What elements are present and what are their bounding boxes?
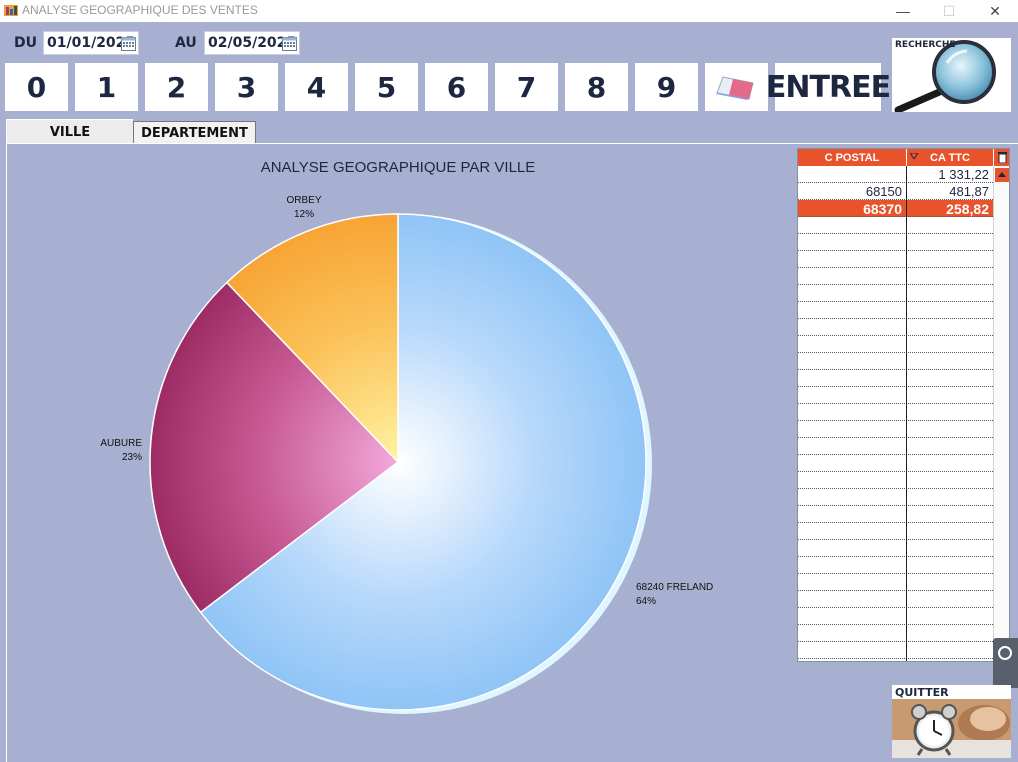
table-row[interactable] — [798, 625, 993, 642]
table-row[interactable] — [798, 472, 993, 489]
table-row[interactable] — [798, 540, 993, 557]
side-handle[interactable] — [993, 638, 1018, 688]
close-button[interactable]: ✕ — [972, 0, 1018, 22]
table-row[interactable] — [798, 523, 993, 540]
table-scrollbar[interactable] — [993, 166, 1009, 661]
table-row[interactable] — [798, 506, 993, 523]
sort-down-icon[interactable] — [910, 153, 918, 159]
table-row[interactable]: 68370 258,82 — [798, 200, 993, 217]
table-row[interactable] — [798, 251, 993, 268]
quit-button[interactable]: QUITTER — [892, 685, 1011, 758]
column-header-ca[interactable]: CA TTC — [907, 149, 993, 166]
collapse-icon — [998, 646, 1012, 660]
pie-chart: ANALYSE GEOGRAPHIQUE PAR VILLE 68240 FRE… — [100, 159, 713, 714]
table-row[interactable] — [798, 387, 993, 404]
revenue-cell: 1 331,22 — [938, 167, 989, 182]
slice-percent-aubure: 23% — [122, 452, 142, 463]
table-row[interactable] — [798, 217, 993, 234]
table-row[interactable] — [798, 268, 993, 285]
table-row[interactable]: 68150 481,87 — [798, 183, 993, 200]
results-table[interactable]: C POSTAL CA TTC 1 331,22 68150 481,87 68370… — [797, 148, 1010, 662]
slice-label-aubure: AUBURE — [100, 438, 142, 449]
revenue-cell: 481,87 — [949, 184, 989, 199]
table-row[interactable] — [798, 336, 993, 353]
slice-label-freland: 68240 FRELAND — [636, 582, 713, 593]
postal-code-cell: 68150 — [865, 184, 902, 199]
table-row[interactable] — [798, 370, 993, 387]
slice-label-orbey: ORBEY — [286, 195, 321, 206]
table-row[interactable] — [798, 285, 993, 302]
table-row[interactable] — [798, 608, 993, 625]
search-label: RECHERCHE — [895, 40, 956, 50]
postal-code-cell: 68370 — [863, 201, 902, 217]
enter-button[interactable]: ENTREE — [766, 63, 891, 111]
table-row[interactable] — [798, 234, 993, 251]
minimize-button[interactable]: — — [880, 0, 926, 22]
table-row[interactable] — [798, 557, 993, 574]
arrow-up-icon — [998, 172, 1006, 177]
column-header-postal[interactable]: C POSTAL — [798, 149, 906, 166]
table-row[interactable] — [798, 319, 993, 336]
revenue-cell: 258,82 — [946, 201, 989, 217]
table-row[interactable] — [798, 642, 993, 659]
table-row[interactable] — [798, 489, 993, 506]
search-button[interactable]: RECHERCHE — [892, 38, 1011, 112]
scroll-up-button[interactable] — [995, 168, 1009, 182]
trash-icon — [997, 152, 1007, 163]
table-row[interactable] — [798, 353, 993, 370]
column-header-ca-label: CA TTC — [930, 151, 970, 164]
table-options-button[interactable] — [994, 149, 1009, 166]
table-row[interactable] — [798, 438, 993, 455]
column-separator — [906, 166, 907, 661]
quit-label: QUITTER — [895, 686, 949, 699]
table-row[interactable] — [798, 421, 993, 438]
table-row[interactable] — [798, 302, 993, 319]
table-row[interactable] — [798, 574, 993, 591]
table-row[interactable] — [798, 455, 993, 472]
maximize-button[interactable]: ☐ — [926, 0, 972, 22]
chart-title: ANALYSE GEOGRAPHIQUE PAR VILLE — [261, 159, 536, 176]
table-row[interactable] — [798, 404, 993, 421]
slice-percent-freland: 64% — [636, 596, 656, 607]
table-row[interactable] — [798, 591, 993, 608]
slice-percent-orbey: 12% — [294, 209, 314, 220]
table-row[interactable]: 1 331,22 — [798, 166, 993, 183]
